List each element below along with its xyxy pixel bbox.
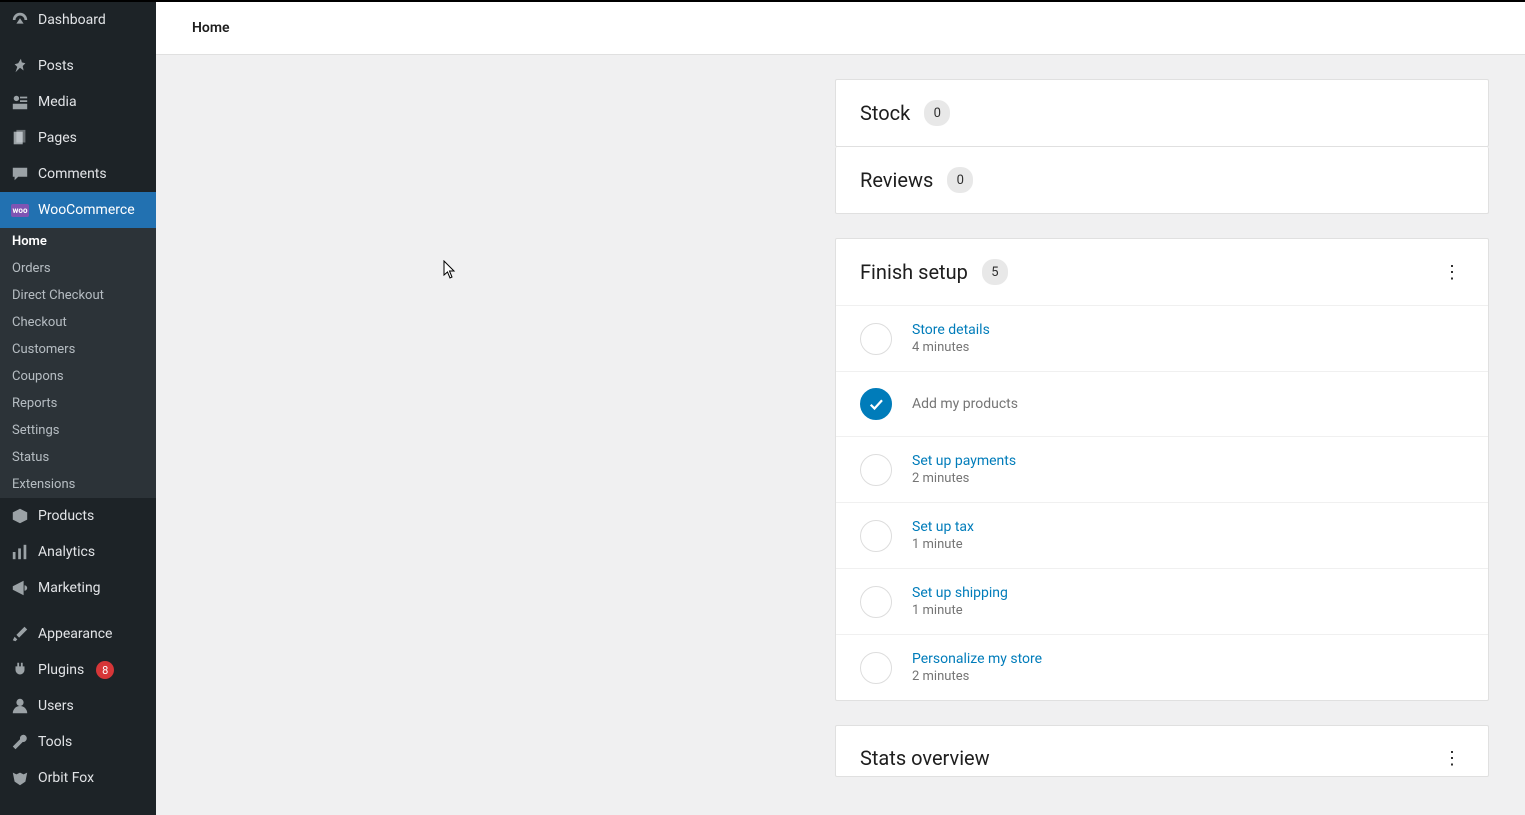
dash-icon (10, 10, 30, 30)
sidebar-subitem-direct-checkout[interactable]: Direct Checkout (0, 282, 156, 309)
page-icon (10, 128, 30, 148)
main-content: Home Stock 0 Reviews 0 (156, 2, 1525, 815)
box-icon (10, 506, 30, 526)
sidebar-item-label: Appearance (38, 626, 112, 642)
task-add-my-products[interactable]: Add my products (836, 372, 1488, 437)
card-reviews[interactable]: Reviews 0 (835, 147, 1489, 214)
user-icon (10, 696, 30, 716)
sidebar-subitem-reports[interactable]: Reports (0, 390, 156, 417)
task-status-icon (860, 520, 892, 552)
sidebar-item-pages[interactable]: Pages (0, 120, 156, 156)
task-set-up-tax[interactable]: Set up tax 1 minute (836, 503, 1488, 569)
sidebar-subitem-coupons[interactable]: Coupons (0, 363, 156, 390)
task-status-icon (860, 323, 892, 355)
card-stock[interactable]: Stock 0 (835, 79, 1489, 147)
sidebar-item-label: Analytics (38, 544, 95, 560)
admin-sidebar: Dashboard Posts Media Pages Comments woo Woo… (0, 2, 156, 815)
card-stats-overview: Stats overview ⋮ (835, 725, 1489, 777)
task-time: 1 minute (912, 603, 1008, 618)
sidebar-item-users[interactable]: Users (0, 688, 156, 724)
sidebar-item-products[interactable]: Products (0, 498, 156, 534)
task-personalize-my-store[interactable]: Personalize my store 2 minutes (836, 635, 1488, 700)
chart-icon (10, 542, 30, 562)
sidebar-submenu-woocommerce: HomeOrdersDirect CheckoutCheckoutCustome… (0, 228, 156, 498)
card-finish-setup: Finish setup 5 ⋮ Store details 4 minutes A… (835, 238, 1489, 701)
task-status-icon (860, 652, 892, 684)
woocommerce-icon: woo (10, 200, 30, 220)
sidebar-subitem-home[interactable]: Home (0, 228, 156, 255)
task-time: 2 minutes (912, 471, 1016, 486)
finish-count-badge: 5 (982, 259, 1008, 285)
sidebar-item-analytics[interactable]: Analytics (0, 534, 156, 570)
check-icon (860, 388, 892, 420)
sidebar-subitem-settings[interactable]: Settings (0, 417, 156, 444)
sidebar-item-label: Users (38, 698, 74, 714)
sidebar-item-label: WooCommerce (38, 202, 135, 218)
sidebar-item-woocommerce[interactable]: woo WooCommerce (0, 192, 156, 228)
card-title-stats: Stats overview (860, 746, 990, 770)
stock-count-badge: 0 (924, 100, 950, 126)
sidebar-item-orbit-fox[interactable]: Orbit Fox (0, 760, 156, 796)
sidebar-item-plugins[interactable]: Plugins 8 (0, 652, 156, 688)
sidebar-subitem-orders[interactable]: Orders (0, 255, 156, 282)
task-status-icon (860, 454, 892, 486)
sidebar-item-label: Plugins (38, 662, 84, 678)
sidebar-item-label: Dashboard (38, 12, 106, 28)
sidebar-item-label: Marketing (38, 580, 101, 596)
sidebar-item-label: Comments (38, 166, 107, 182)
task-store-details[interactable]: Store details 4 minutes (836, 306, 1488, 372)
sidebar-subitem-extensions[interactable]: Extensions (0, 471, 156, 498)
sidebar-item-tools[interactable]: Tools (0, 724, 156, 760)
more-options-button[interactable]: ⋮ (1440, 260, 1464, 284)
pin-icon (10, 56, 30, 76)
plugins-update-badge: 8 (96, 661, 114, 679)
comment-icon (10, 164, 30, 184)
task-title: Personalize my store (912, 651, 1042, 667)
reviews-count-badge: 0 (947, 167, 973, 193)
task-set-up-shipping[interactable]: Set up shipping 1 minute (836, 569, 1488, 635)
task-list: Store details 4 minutes Add my products Set… (836, 306, 1488, 700)
plug-icon (10, 660, 30, 680)
sidebar-item-comments[interactable]: Comments (0, 156, 156, 192)
fox-icon (10, 768, 30, 788)
card-title-reviews: Reviews (860, 168, 933, 192)
task-set-up-payments[interactable]: Set up payments 2 minutes (836, 437, 1488, 503)
sidebar-subitem-status[interactable]: Status (0, 444, 156, 471)
sidebar-item-label: Tools (38, 734, 72, 750)
sidebar-item-label: Media (38, 94, 77, 110)
sidebar-item-media[interactable]: Media (0, 84, 156, 120)
more-options-button[interactable]: ⋮ (1440, 746, 1464, 770)
sidebar-item-dashboard[interactable]: Dashboard (0, 2, 156, 38)
sidebar-item-label: Orbit Fox (38, 770, 94, 786)
sidebar-item-label: Products (38, 508, 94, 524)
task-status-icon (860, 586, 892, 618)
page-header: Home (156, 2, 1525, 55)
sidebar-item-posts[interactable]: Posts (0, 48, 156, 84)
sidebar-item-appearance[interactable]: Appearance (0, 616, 156, 652)
brush-icon (10, 624, 30, 644)
task-title: Add my products (912, 396, 1018, 412)
sidebar-item-label: Pages (38, 130, 77, 146)
sidebar-subitem-customers[interactable]: Customers (0, 336, 156, 363)
sidebar-item-marketing[interactable]: Marketing (0, 570, 156, 606)
task-time: 4 minutes (912, 340, 990, 355)
task-title: Set up payments (912, 453, 1016, 469)
card-title-finish: Finish setup (860, 260, 968, 284)
card-title-stock: Stock (860, 101, 910, 125)
media-icon (10, 92, 30, 112)
task-title: Set up shipping (912, 585, 1008, 601)
sidebar-subitem-checkout[interactable]: Checkout (0, 309, 156, 336)
task-time: 2 minutes (912, 669, 1042, 684)
sidebar-item-label: Posts (38, 58, 74, 74)
page-title: Home (192, 20, 230, 36)
mega-icon (10, 578, 30, 598)
task-title: Set up tax (912, 519, 974, 535)
task-title: Store details (912, 322, 990, 338)
wrench-icon (10, 732, 30, 752)
task-time: 1 minute (912, 537, 974, 552)
